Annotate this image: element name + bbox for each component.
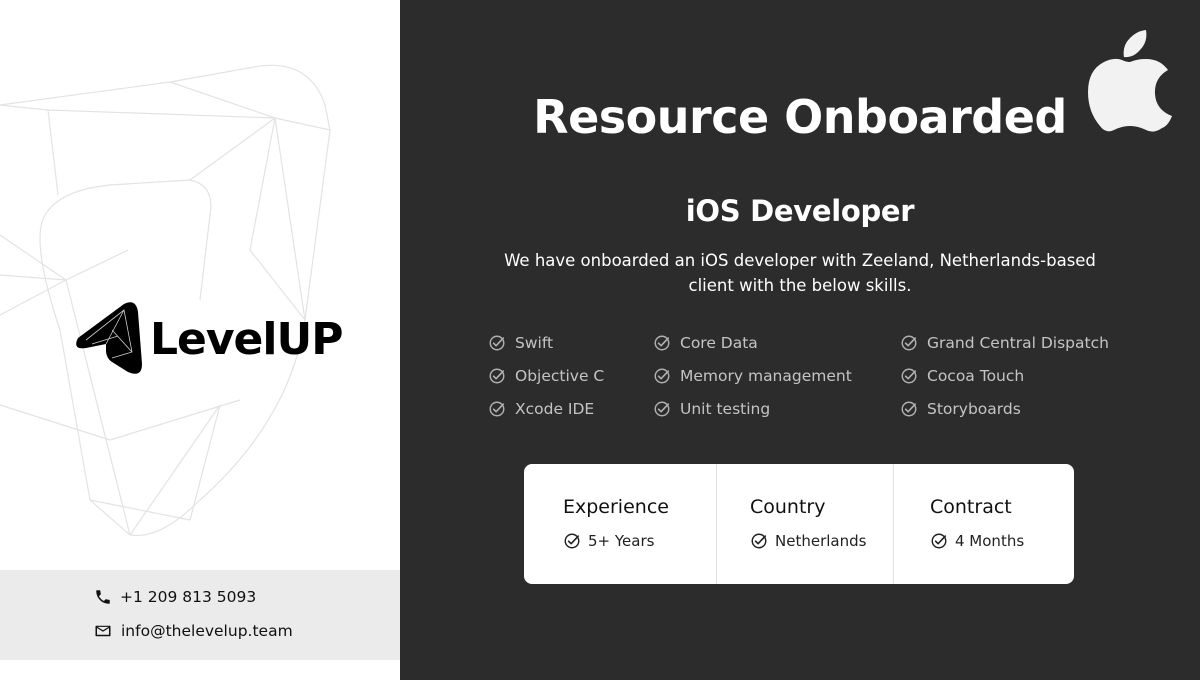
skill-item: Swift bbox=[488, 326, 604, 359]
skill-item: Xcode IDE bbox=[488, 392, 604, 425]
check-circle-icon bbox=[751, 533, 767, 549]
check-circle-icon bbox=[654, 368, 670, 383]
experience-cell: Experience 5+ Years bbox=[524, 464, 716, 584]
skill-label: Memory management bbox=[680, 366, 852, 385]
country-cell: Country Netherlands bbox=[716, 464, 893, 584]
country-label: Country bbox=[750, 496, 826, 518]
skill-label: Xcode IDE bbox=[515, 399, 595, 418]
check-circle-icon bbox=[901, 401, 917, 416]
experience-value: 5+ Years bbox=[563, 532, 654, 550]
skill-item: Memory management bbox=[653, 359, 852, 392]
background-line-art bbox=[0, 64, 331, 537]
skill-label: Cocoa Touch bbox=[927, 366, 1025, 385]
engagement-details-card: Experience 5+ Years Country Netherlands … bbox=[524, 464, 1074, 584]
check-circle-icon bbox=[489, 401, 505, 416]
skill-label: Core Data bbox=[680, 333, 758, 352]
contract-cell: Contract 4 Months bbox=[893, 464, 1074, 584]
skill-item: Objective C bbox=[488, 359, 604, 392]
contact-phone[interactable]: +1 209 813 5093 bbox=[94, 588, 256, 606]
skill-item: Storyboards bbox=[900, 392, 1109, 425]
country-value: Netherlands bbox=[750, 532, 866, 550]
contact-email[interactable]: info@thelevelup.team bbox=[94, 622, 293, 640]
contract-value: 4 Months bbox=[930, 532, 1024, 550]
check-circle-icon bbox=[901, 335, 917, 350]
levelup-logo-icon bbox=[76, 302, 142, 374]
skill-item: Unit testing bbox=[653, 392, 852, 425]
check-circle-icon bbox=[654, 335, 670, 350]
brand-panel: LevelUP +1 209 813 5093 info@thelevelup.… bbox=[0, 0, 400, 680]
experience-value-text: 5+ Years bbox=[588, 532, 655, 550]
check-circle-icon bbox=[564, 533, 580, 549]
phone-icon bbox=[96, 590, 110, 604]
check-circle-icon bbox=[901, 368, 917, 383]
skills-column-1: Swift Objective C Xcode IDE bbox=[488, 326, 604, 425]
skill-item: Grand Central Dispatch bbox=[900, 326, 1109, 359]
email-address: info@thelevelup.team bbox=[121, 622, 293, 640]
page-title: Resource Onboarded bbox=[533, 90, 1067, 144]
announcement-panel: Resource Onboarded iOS Developer We have… bbox=[400, 0, 1200, 680]
skill-label: Grand Central Dispatch bbox=[927, 333, 1109, 352]
role-title: iOS Developer bbox=[685, 194, 915, 228]
skill-label: Swift bbox=[515, 333, 554, 352]
description-text: We have onboarded an iOS developer with … bbox=[504, 251, 1096, 295]
skill-label: Unit testing bbox=[680, 399, 771, 418]
country-value-text: Netherlands bbox=[775, 532, 867, 550]
skill-label: Objective C bbox=[515, 366, 605, 385]
phone-number: +1 209 813 5093 bbox=[120, 588, 257, 606]
levelup-logo: LevelUP bbox=[72, 300, 343, 378]
check-circle-icon bbox=[931, 533, 947, 549]
check-circle-icon bbox=[489, 335, 505, 350]
skill-item: Core Data bbox=[653, 326, 852, 359]
mail-icon bbox=[95, 625, 111, 637]
skill-label: Storyboards bbox=[927, 399, 1021, 418]
contract-label: Contract bbox=[930, 496, 1012, 518]
contact-band bbox=[0, 570, 400, 660]
skills-column-3: Grand Central Dispatch Cocoa Touch Story… bbox=[900, 326, 1109, 425]
skill-item: Cocoa Touch bbox=[900, 359, 1109, 392]
contract-value-text: 4 Months bbox=[955, 532, 1025, 550]
check-circle-icon bbox=[489, 368, 505, 383]
check-circle-icon bbox=[654, 401, 670, 416]
experience-label: Experience bbox=[563, 496, 669, 518]
brand-name: LevelUP bbox=[150, 313, 343, 365]
skills-column-2: Core Data Memory management Unit testing bbox=[653, 326, 852, 425]
